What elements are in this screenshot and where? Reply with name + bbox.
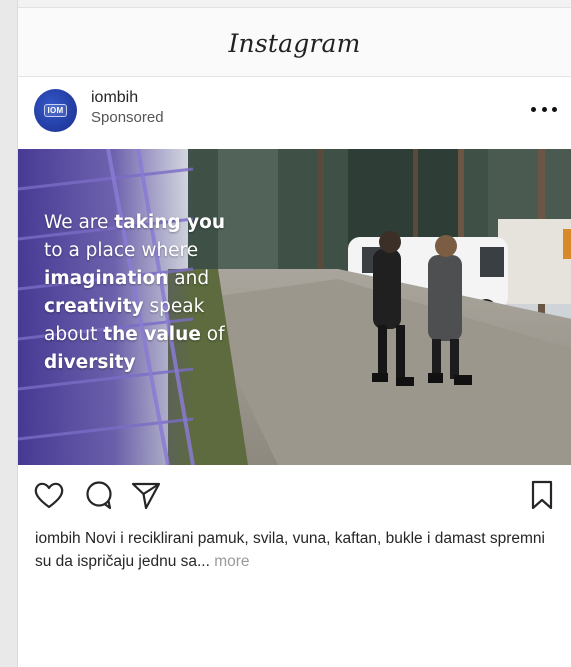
post-caption: iombih Novi i reciklirani pamuk, svila, … [35, 527, 561, 573]
avatar[interactable]: IOM [34, 89, 77, 132]
instagram-frame: Instagram IOM iombih Sponsored We are ta… [17, 0, 571, 667]
instagram-logo[interactable]: Instagram [228, 29, 360, 58]
overlay-line-bold: diversity [44, 352, 136, 373]
overlay-line: We are taking you [44, 209, 284, 237]
overlay-line-bold: imagination [44, 268, 169, 289]
username[interactable]: iombih [91, 88, 164, 108]
overlay-line-normal: to a place where [44, 240, 199, 261]
sponsored-label[interactable]: Sponsored [91, 108, 164, 128]
overlay-line-bold: taking you [114, 212, 226, 233]
action-bar [18, 470, 571, 520]
overlay-line-bold: the value [103, 324, 201, 345]
overlay-line-after: speak [143, 296, 205, 317]
overlay-line: creativity speak [44, 293, 284, 321]
overlay-line: imagination and [44, 265, 284, 293]
caption-more-link[interactable]: more [210, 553, 249, 570]
heart-icon[interactable] [32, 478, 66, 517]
app-header: Instagram [18, 8, 571, 77]
overlay-line-bold: creativity [44, 296, 144, 317]
overlay-line-after: and [168, 268, 210, 289]
comment-icon[interactable] [82, 478, 116, 517]
post-header: IOM iombih Sponsored [18, 77, 571, 149]
share-icon[interactable] [129, 478, 163, 517]
overlay-line: about the value of [44, 321, 284, 349]
more-options-icon[interactable] [531, 103, 557, 115]
caption-username[interactable]: iombih [35, 530, 81, 547]
post-author: iombih Sponsored [91, 88, 164, 128]
post-image[interactable]: We are taking you to a place where imagina… [18, 149, 571, 465]
top-strip [18, 0, 571, 8]
overlay-line: to a place where [44, 237, 284, 265]
bookmark-icon[interactable] [529, 478, 555, 517]
overlay-line: diversity [44, 349, 284, 377]
promo-overlay-text: We are taking you to a place where imagina… [44, 209, 284, 377]
avatar-logo: IOM [44, 104, 67, 117]
overlay-line-after: of [200, 324, 225, 345]
caption-text: Novi i reciklirani pamuk, svila, vuna, k… [35, 530, 545, 570]
overlay-line-normal: We are [44, 212, 115, 233]
overlay-line-normal: about [44, 324, 104, 345]
